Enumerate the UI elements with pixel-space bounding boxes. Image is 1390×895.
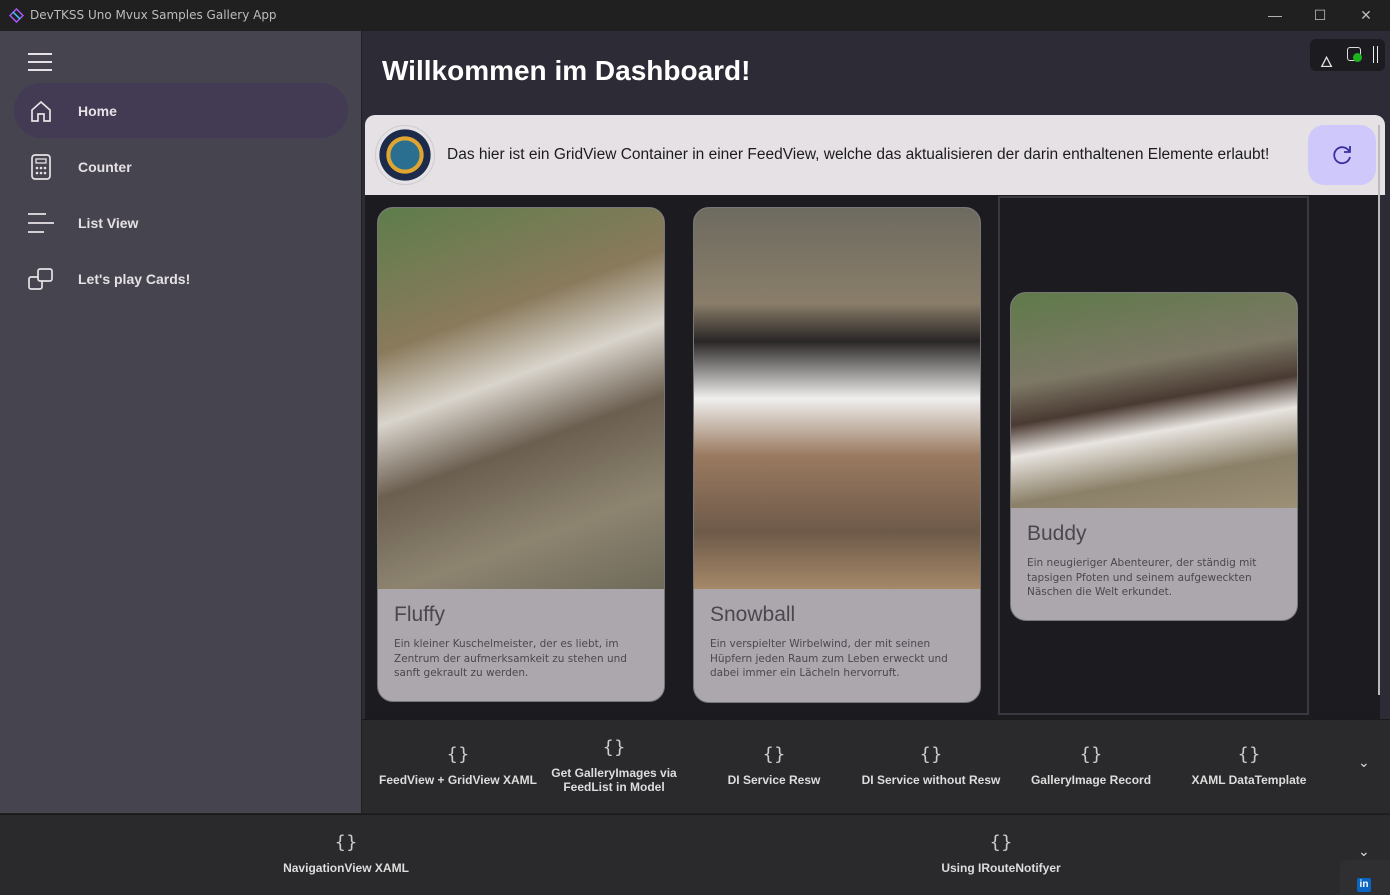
feedview-banner: Das hier ist ein GridView Container in e… xyxy=(365,115,1385,195)
rabbit-photo xyxy=(694,208,980,589)
home-icon xyxy=(28,98,54,124)
code-braces-icon: {} xyxy=(762,744,786,765)
gallery-card[interactable]: Buddy Ein neugieriger Abenteurer, der st… xyxy=(1010,292,1298,621)
code-tab[interactable]: {} XAML DataTemplate xyxy=(1164,744,1334,787)
toolbar-grip-icon[interactable] xyxy=(1373,46,1378,63)
code-braces-icon: {} xyxy=(1079,744,1103,765)
calculator-icon xyxy=(28,153,54,180)
maximize-button[interactable]: ☐ xyxy=(1297,4,1343,26)
refresh-icon xyxy=(1333,146,1351,165)
card-title: Buddy xyxy=(1027,522,1087,545)
sidebar: Home Counter List View Let's play Cards! xyxy=(0,31,361,813)
linkedin-icon: in xyxy=(1357,878,1371,892)
code-tab[interactable]: {} Using IRouteNotifyer xyxy=(916,832,1086,875)
code-tab[interactable]: {} GalleryImage Record xyxy=(1006,744,1176,787)
tks3d-logo xyxy=(375,125,435,185)
code-tab[interactable]: {} DI Service Resw xyxy=(689,744,859,787)
rabbit-photo xyxy=(1011,293,1297,508)
title-bar: DevTKSS Uno Mvux Samples Gallery App — ☐… xyxy=(0,0,1390,31)
sidebar-item-home[interactable]: Home xyxy=(14,83,348,138)
sidebar-item-cards[interactable]: Let's play Cards! xyxy=(14,251,348,306)
nav-tabs-bar: {} NavigationView XAML {} Using IRouteNoti… xyxy=(0,814,1390,895)
sidebar-item-label: Let's play Cards! xyxy=(78,270,191,287)
list-icon xyxy=(28,210,54,236)
server-status-icon[interactable] xyxy=(1347,47,1362,62)
sidebar-item-counter[interactable]: Counter xyxy=(14,139,348,194)
linkedin-button[interactable]: in xyxy=(1340,860,1390,895)
code-tab[interactable]: {} DI Service without Resw xyxy=(846,744,1016,787)
card-description: Ein verspielter Wirbelwind, der mit sein… xyxy=(710,638,948,679)
cards-icon xyxy=(28,266,54,292)
code-braces-icon: {} xyxy=(602,737,626,758)
code-tab[interactable]: {} Get GalleryImages via FeedList in Mode… xyxy=(544,737,684,794)
app-logo-icon xyxy=(9,8,24,23)
gallery-item-container[interactable]: Buddy Ein neugieriger Abenteurer, der st… xyxy=(998,196,1309,715)
card-title: Snowball xyxy=(710,603,796,626)
chevron-down-icon[interactable]: ⌄ xyxy=(1358,843,1370,860)
code-braces-icon: {} xyxy=(1237,744,1261,765)
code-braces-icon: {} xyxy=(446,744,470,765)
refresh-button[interactable] xyxy=(1308,125,1376,185)
window-title: DevTKSS Uno Mvux Samples Gallery App xyxy=(30,8,277,22)
rabbit-photo xyxy=(378,208,664,589)
code-braces-icon: {} xyxy=(989,832,1013,853)
dev-toolbar: 🜂 xyxy=(1310,39,1385,71)
code-tab[interactable]: {} NavigationView XAML xyxy=(261,832,431,875)
minimize-button[interactable]: — xyxy=(1252,4,1298,26)
code-tabs-bar: {} FeedView + GridView XAML {} Get Gallery… xyxy=(362,719,1390,813)
chevron-down-icon[interactable]: ⌄ xyxy=(1358,754,1370,771)
close-button[interactable]: ✕ xyxy=(1343,4,1389,26)
card-description: Ein neugieriger Abenteurer, der ständig … xyxy=(1027,557,1257,598)
gallery-grid: Fluffy Ein kleiner Kuschelmeister, der e… xyxy=(365,195,1380,719)
banner-text: Das hier ist ein GridView Container in e… xyxy=(447,146,1270,163)
card-title: Fluffy xyxy=(394,603,445,626)
sidebar-item-label: Counter xyxy=(78,158,132,175)
hamburger-menu-icon[interactable] xyxy=(28,52,53,72)
sidebar-item-label: Home xyxy=(78,102,117,119)
code-braces-icon: {} xyxy=(334,832,358,853)
code-braces-icon: {} xyxy=(919,744,943,765)
code-tab[interactable]: {} FeedView + GridView XAML xyxy=(373,744,543,787)
hot-reload-icon[interactable]: 🜂 xyxy=(1320,45,1333,76)
gallery-card[interactable]: Snowball Ein verspielter Wirbelwind, der… xyxy=(693,207,981,703)
page-title: Willkommen im Dashboard! xyxy=(382,55,751,86)
sidebar-item-label: List View xyxy=(78,214,139,231)
vertical-scrollbar[interactable] xyxy=(1378,125,1380,695)
sidebar-item-list-view[interactable]: List View xyxy=(14,195,348,250)
card-description: Ein kleiner Kuschelmeister, der es liebt… xyxy=(394,638,627,679)
gallery-card[interactable]: Fluffy Ein kleiner Kuschelmeister, der e… xyxy=(377,207,665,702)
